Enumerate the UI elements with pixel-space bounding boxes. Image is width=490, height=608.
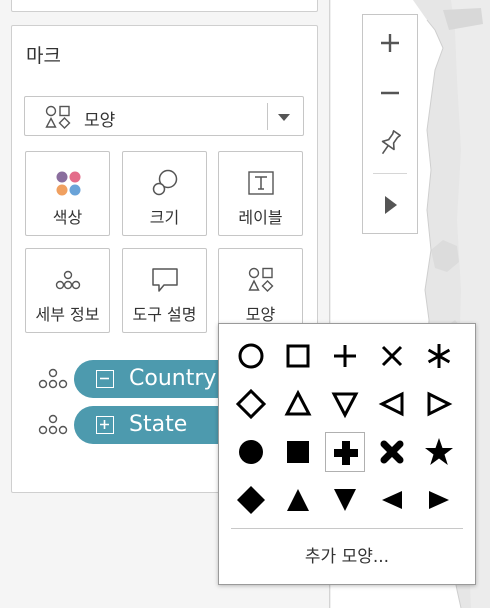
circle-filled-icon xyxy=(239,440,263,464)
shape-square-filled[interactable] xyxy=(278,432,318,472)
dropdown-divider xyxy=(267,103,268,130)
shapes-icon xyxy=(45,105,71,129)
diamond-open-icon xyxy=(235,388,267,420)
shape-square-open[interactable] xyxy=(278,336,318,376)
expand-toolbar-button[interactable] xyxy=(363,183,417,227)
encoding-label-button[interactable]: 레이블 xyxy=(218,151,303,236)
shape-triangle-left-open[interactable] xyxy=(372,384,412,424)
triangle-up-open-icon xyxy=(284,389,312,416)
detail-dots-icon xyxy=(38,414,68,435)
marks-card-title: 마크 xyxy=(26,45,61,67)
tooltip-icon xyxy=(152,268,178,292)
plus-box-icon[interactable] xyxy=(96,416,114,434)
encoding-detail-label: 세부 정보 xyxy=(35,305,100,324)
shape-diamond-open[interactable] xyxy=(231,384,271,424)
shape-triangle-up-filled[interactable] xyxy=(278,480,318,520)
shape-triangle-down-open[interactable] xyxy=(325,384,365,424)
encoding-shape-button[interactable]: 모양 xyxy=(218,248,303,333)
encoding-color-button[interactable]: 색상 xyxy=(25,151,110,236)
star-filled-icon xyxy=(425,438,453,465)
triangle-right-open-icon xyxy=(427,391,453,417)
shape-cross-filled[interactable] xyxy=(372,432,412,472)
shape-triangle-left-filled[interactable] xyxy=(372,480,412,520)
minus-box-icon[interactable] xyxy=(96,370,114,388)
triangle-left-filled-icon xyxy=(382,491,402,509)
shape-plus-filled[interactable] xyxy=(325,432,365,472)
mark-type-dropdown[interactable]: 모양 xyxy=(24,96,304,136)
detail-dots-icon xyxy=(55,270,81,290)
shape-picker-popup: 추가 모양... xyxy=(218,323,476,585)
triangle-left-open-icon xyxy=(378,391,404,417)
circle-open-icon xyxy=(238,343,264,369)
shape-triangle-up-open[interactable] xyxy=(278,384,318,424)
square-filled-icon xyxy=(287,441,309,463)
zoom-out-button[interactable] xyxy=(363,71,417,115)
shape-star-filled[interactable] xyxy=(419,432,459,472)
state-field-label: State xyxy=(129,412,188,437)
shape-triangle-down-filled[interactable] xyxy=(325,480,365,520)
mark-type-label: 모양 xyxy=(84,111,116,131)
shape-plus-thin[interactable] xyxy=(325,336,365,376)
color-dots-icon xyxy=(56,171,81,196)
popup-divider xyxy=(231,528,463,529)
chevron-down-icon[interactable] xyxy=(278,114,290,121)
shape-asterisk[interactable] xyxy=(419,336,459,376)
triangle-down-open-icon xyxy=(331,392,359,419)
shape-triangle-right-filled[interactable] xyxy=(419,480,459,520)
encoding-label-label: 레이블 xyxy=(238,208,283,227)
shape-diamond-filled[interactable] xyxy=(231,480,271,520)
triangle-up-filled-icon xyxy=(287,489,309,511)
triangle-right-filled-icon xyxy=(429,491,449,509)
shape-grid xyxy=(229,332,467,524)
triangle-down-filled-icon xyxy=(334,489,356,511)
shape-cross-thin[interactable] xyxy=(372,336,412,376)
detail-dots-icon xyxy=(38,368,68,389)
plus-filled-icon xyxy=(334,441,358,465)
encoding-size-label: 크기 xyxy=(149,208,180,227)
encoding-tooltip-button[interactable]: 도구 설명 xyxy=(122,248,207,333)
encoding-size-button[interactable]: 크기 xyxy=(122,151,207,236)
more-shapes-link[interactable]: 추가 모양... xyxy=(219,542,475,567)
zoom-in-icon xyxy=(381,34,399,52)
diamond-filled-icon xyxy=(237,486,265,514)
map-toolbar xyxy=(362,14,418,234)
previous-card xyxy=(11,0,318,12)
asterisk-icon xyxy=(427,344,451,368)
zoom-out-icon xyxy=(381,91,399,95)
plus-thin-icon xyxy=(334,345,356,367)
toolbar-divider xyxy=(373,173,407,174)
text-label-icon xyxy=(248,171,274,195)
size-icon xyxy=(152,169,178,196)
shape-circle-filled[interactable] xyxy=(231,432,271,472)
play-icon xyxy=(385,196,397,214)
encoding-detail-button[interactable]: 세부 정보 xyxy=(25,248,110,333)
cross-filled-icon xyxy=(380,440,404,464)
encoding-tooltip-label: 도구 설명 xyxy=(132,305,197,324)
zoom-in-button[interactable] xyxy=(363,21,417,65)
cross-thin-icon xyxy=(381,345,403,367)
square-open-icon xyxy=(286,344,310,368)
encoding-color-label: 색상 xyxy=(52,208,83,227)
country-field-label: Country xyxy=(129,366,217,391)
shape-circle-open[interactable] xyxy=(231,336,271,376)
pin-map-button[interactable] xyxy=(363,121,417,165)
shapes-icon xyxy=(248,267,274,292)
pin-icon xyxy=(381,130,401,155)
encoding-shape-label: 모양 xyxy=(245,305,276,324)
shape-triangle-right-open[interactable] xyxy=(419,384,459,424)
